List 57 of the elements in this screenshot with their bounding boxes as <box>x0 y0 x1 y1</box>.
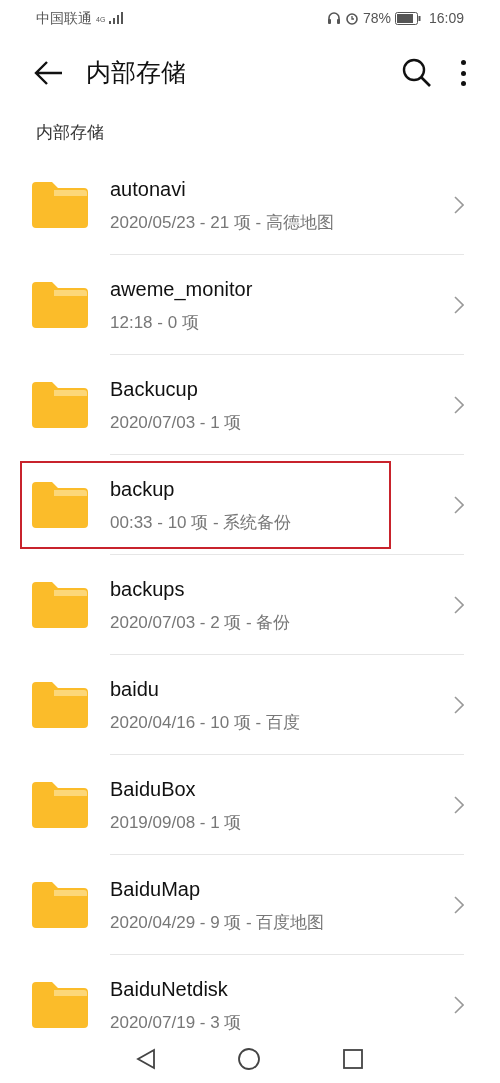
folder-details: 2020/07/03 - 1 项 <box>110 411 242 434</box>
folder-details: 2020/07/03 - 2 项 - 备份 <box>110 611 291 634</box>
folder-details: 2020/04/29 - 9 项 - 百度地图 <box>110 911 325 934</box>
folder-details: 2019/09/08 - 1 项 <box>110 811 242 834</box>
folder-name: baidu <box>110 676 160 702</box>
signal-icon <box>109 12 124 24</box>
folder-icon <box>32 982 88 1028</box>
chevron-right-icon <box>454 595 464 614</box>
folder-row[interactable]: backup 00:33 - 10 项 - 系统备份 <box>0 455 500 555</box>
folder-icon <box>32 382 88 428</box>
folder-row[interactable]: BaiduNetdisk 2020/07/19 - 3 项 <box>0 955 500 1035</box>
folder-name: autonavi <box>110 176 187 202</box>
battery-icon <box>394 11 421 25</box>
nav-home-button[interactable] <box>237 1047 261 1071</box>
clock-time: 16:09 <box>428 8 464 28</box>
folder-icon <box>32 282 88 328</box>
folder-name: backups <box>110 576 186 602</box>
carrier-name: 中国联通 <box>36 8 92 28</box>
folder-details: 00:33 - 10 项 - 系统备份 <box>110 511 292 534</box>
folder-row[interactable]: aweme_monitor 12:18 - 0 项 <box>0 255 500 355</box>
folder-icon <box>32 582 88 628</box>
folder-row[interactable]: BaiduBox 2019/09/08 - 1 项 <box>0 755 500 855</box>
chevron-right-icon <box>454 695 464 714</box>
folder-name: BaiduNetdisk <box>110 976 229 1002</box>
nav-back-button[interactable] <box>136 1048 157 1070</box>
folder-row[interactable]: baidu 2020/04/16 - 10 项 - 百度 <box>0 655 500 755</box>
nav-recents-button[interactable] <box>341 1048 364 1070</box>
folder-row[interactable]: BaiduMap 2020/04/29 - 9 项 - 百度地图 <box>0 855 500 955</box>
folder-row[interactable]: autonavi 2020/05/23 - 21 项 - 高德地图 <box>0 155 500 255</box>
chevron-right-icon <box>454 795 464 814</box>
chevron-right-icon <box>454 195 464 214</box>
chevron-right-icon <box>454 995 464 1014</box>
section-label: 内部存储 <box>36 121 104 144</box>
folder-name: backup <box>110 476 176 502</box>
alarm-icon <box>344 11 359 25</box>
folder-name: BaiduMap <box>110 876 202 902</box>
folder-name: aweme_monitor <box>110 276 253 303</box>
folder-icon <box>32 482 88 528</box>
chevron-right-icon <box>454 895 464 914</box>
folder-details: 2020/07/19 - 3 项 <box>110 1011 242 1034</box>
folder-name: BaiduBox <box>110 776 197 802</box>
chevron-right-icon <box>454 495 464 514</box>
folder-icon <box>32 882 88 928</box>
folder-details: 2020/05/23 - 21 项 - 高德地图 <box>110 211 334 234</box>
chevron-right-icon <box>454 295 464 314</box>
chevron-right-icon <box>454 395 464 414</box>
folder-name: Backucup <box>110 376 199 402</box>
folder-icon <box>32 182 88 228</box>
folder-details: 2020/04/16 - 10 项 - 百度 <box>110 711 300 734</box>
folder-row[interactable]: backups 2020/07/03 - 2 项 - 备份 <box>0 555 500 655</box>
folder-icon <box>32 682 88 728</box>
headphones-icon <box>326 11 341 25</box>
folder-details: 12:18 - 0 项 <box>110 311 200 334</box>
folder-icon <box>32 782 88 828</box>
battery-percent: 78% <box>362 8 391 28</box>
folder-row[interactable]: Backucup 2020/07/03 - 1 项 <box>0 355 500 455</box>
page-title: 内部存储 <box>86 57 186 89</box>
